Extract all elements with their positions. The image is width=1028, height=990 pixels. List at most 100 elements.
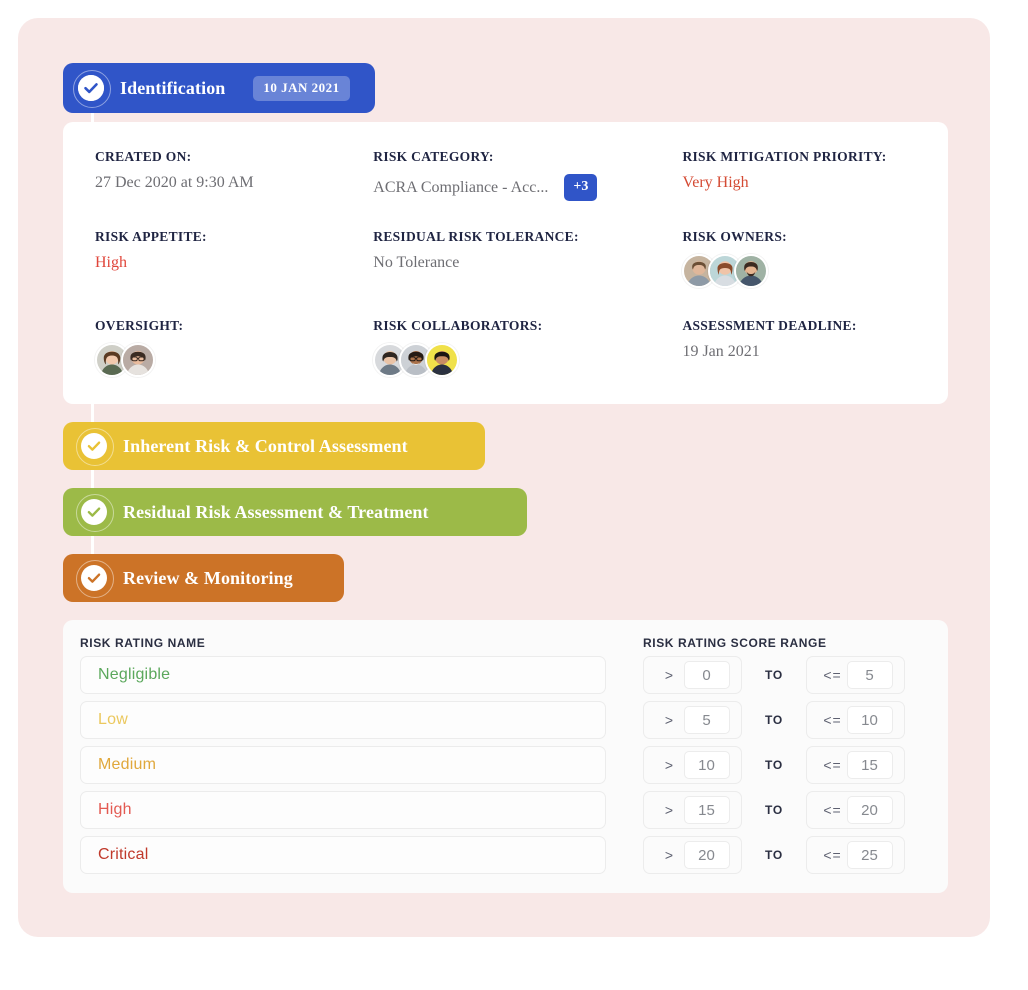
- identification-details-card: CREATED ON: 27 Dec 2020 at 9:30 AM RISK …: [63, 122, 948, 404]
- stage-identification[interactable]: Identification 10 JAN 2021: [63, 63, 375, 113]
- rating-min-input[interactable]: 5: [683, 706, 730, 734]
- risk-category-value-row: ACRA Compliance - Acc... +3: [373, 174, 682, 201]
- risk-category-value: ACRA Compliance - Acc...: [373, 178, 549, 196]
- residual-risk-tolerance-value: No Tolerance: [373, 254, 460, 271]
- rating-max-input[interactable]: 10: [846, 706, 893, 734]
- max-operator-label: <=: [823, 712, 842, 728]
- risk-collaborators-label: RISK COLLABORATORS:: [373, 318, 543, 333]
- rating-name-input[interactable]: Medium: [80, 746, 606, 784]
- range-to-label: TO: [764, 758, 784, 772]
- stage-review-label: Review & Monitoring: [123, 567, 293, 588]
- rating-max-input[interactable]: 5: [846, 661, 893, 689]
- rating-row: Low >5 TO <= 10: [80, 701, 931, 739]
- field-risk-mitigation-priority: RISK MITIGATION PRIORITY: Very High: [682, 149, 924, 201]
- assessment-deadline-value: 19 Jan 2021: [682, 343, 760, 360]
- range-to-label: TO: [764, 803, 784, 817]
- rating-min-input[interactable]: 20: [683, 841, 730, 869]
- rating-row: Critical >20 TO <= 25: [80, 836, 931, 874]
- field-created-on: CREATED ON: 27 Dec 2020 at 9:30 AM: [95, 149, 373, 201]
- stage-inherent-label: Inherent Risk & Control Assessment: [123, 435, 408, 456]
- rating-min-group: >20: [643, 836, 742, 874]
- rating-max-group: <= 10: [806, 701, 905, 739]
- max-operator-label: <=: [823, 757, 842, 773]
- rating-range-group: >20 TO <= 25: [643, 836, 905, 874]
- risk-rating-rows: Negligible >0 TO <= 5 Low >5 TO <= 10 Medium >10 TO <…: [80, 656, 931, 881]
- rating-min-input[interactable]: 15: [683, 796, 730, 824]
- rating-row: Negligible >0 TO <= 5: [80, 656, 931, 694]
- field-risk-category: RISK CATEGORY: ACRA Compliance - Acc... …: [373, 149, 682, 201]
- min-operator-label: >: [664, 847, 675, 863]
- check-circle-icon: [76, 494, 114, 532]
- risk-appetite-value: High: [95, 254, 127, 271]
- field-risk-owners: RISK OWNERS:: [682, 229, 924, 288]
- risk-owners-avatar-group: [682, 254, 924, 288]
- avatar[interactable]: [425, 343, 460, 377]
- stage-inherent-risk-control-assessment[interactable]: Inherent Risk & Control Assessment: [63, 422, 485, 470]
- risk-rating-card: RISK RATING NAME RISK RATING SCORE RANGE…: [63, 620, 948, 893]
- range-to-label: TO: [764, 668, 784, 682]
- created-on-label: CREATED ON:: [95, 149, 192, 164]
- rating-max-input[interactable]: 25: [846, 841, 893, 869]
- min-operator-label: >: [664, 712, 675, 728]
- risk-category-more-badge[interactable]: +3: [564, 174, 598, 201]
- risk-owners-label: RISK OWNERS:: [682, 229, 787, 244]
- field-oversight: OVERSIGHT:: [95, 318, 373, 377]
- rating-row: High >15 TO <= 20: [80, 791, 931, 829]
- rating-min-group: >15: [643, 791, 742, 829]
- risk-category-label: RISK CATEGORY:: [373, 149, 494, 164]
- details-row: RISK APPETITE: High RESIDUAL RISK TOLERA…: [95, 229, 924, 288]
- rating-max-group: <= 25: [806, 836, 905, 874]
- rating-max-group: <= 5: [806, 656, 905, 694]
- max-operator-label: <=: [823, 847, 842, 863]
- avatar[interactable]: [121, 343, 155, 377]
- rating-name-input[interactable]: Negligible: [80, 656, 606, 694]
- risk-rating-score-range-header: RISK RATING SCORE RANGE: [643, 636, 827, 650]
- rating-name-input[interactable]: High: [80, 791, 606, 829]
- rating-max-input[interactable]: 15: [846, 751, 893, 779]
- risk-assessment-page: Identification 10 JAN 2021 CREATED ON: 2…: [0, 0, 1028, 990]
- stage-residual-risk-assessment-treatment[interactable]: Residual Risk Assessment & Treatment: [63, 488, 527, 536]
- min-operator-label: >: [664, 667, 675, 683]
- rating-min-input[interactable]: 10: [683, 751, 730, 779]
- assessment-deadline-label: ASSESSMENT DEADLINE:: [682, 318, 857, 333]
- rating-range-group: >5 TO <= 10: [643, 701, 905, 739]
- rating-min-input[interactable]: 0: [683, 661, 730, 689]
- residual-risk-tolerance-label: RESIDUAL RISK TOLERANCE:: [373, 229, 579, 244]
- min-operator-label: >: [664, 757, 675, 773]
- details-row: CREATED ON: 27 Dec 2020 at 9:30 AM RISK …: [95, 149, 924, 201]
- stage-identification-date-badge: 10 JAN 2021: [253, 75, 350, 101]
- rating-range-group: >10 TO <= 15: [643, 746, 905, 784]
- avatar[interactable]: [734, 254, 769, 288]
- rating-min-group: >10: [643, 746, 742, 784]
- rating-max-input[interactable]: 20: [846, 796, 893, 824]
- risk-mitigation-priority-value: Very High: [682, 174, 749, 191]
- max-operator-label: <=: [823, 802, 842, 818]
- rating-max-group: <= 20: [806, 791, 905, 829]
- stage-review-monitoring[interactable]: Review & Monitoring: [63, 554, 344, 602]
- field-risk-collaborators: RISK COLLABORATORS:: [373, 318, 682, 377]
- min-operator-label: >: [664, 802, 675, 818]
- rating-name-input[interactable]: Critical: [80, 836, 606, 874]
- oversight-avatar-group: [95, 343, 373, 377]
- field-residual-risk-tolerance: RESIDUAL RISK TOLERANCE: No Tolerance: [373, 229, 682, 288]
- rating-min-group: >0: [643, 656, 742, 694]
- risk-rating-name-header: RISK RATING NAME: [80, 636, 206, 650]
- field-risk-appetite: RISK APPETITE: High: [95, 229, 373, 288]
- rating-name-input[interactable]: Low: [80, 701, 606, 739]
- details-grid: CREATED ON: 27 Dec 2020 at 9:30 AM RISK …: [95, 149, 924, 377]
- max-operator-label: <=: [823, 667, 842, 683]
- risk-appetite-label: RISK APPETITE:: [95, 229, 207, 244]
- details-row: OVERSIGHT: RISK COLLABORATORS: ASSESSMEN…: [95, 318, 924, 377]
- range-to-label: TO: [764, 713, 784, 727]
- rating-row: Medium >10 TO <= 15: [80, 746, 931, 784]
- rating-max-group: <= 15: [806, 746, 905, 784]
- created-on-value: 27 Dec 2020 at 9:30 AM: [95, 174, 254, 191]
- stage-residual-label: Residual Risk Assessment & Treatment: [123, 501, 429, 522]
- oversight-label: OVERSIGHT:: [95, 318, 184, 333]
- range-to-label: TO: [764, 848, 784, 862]
- risk-mitigation-priority-label: RISK MITIGATION PRIORITY:: [682, 149, 887, 164]
- field-assessment-deadline: ASSESSMENT DEADLINE: 19 Jan 2021: [682, 318, 924, 377]
- rating-min-group: >5: [643, 701, 742, 739]
- check-circle-icon: [76, 428, 114, 466]
- check-circle-icon: [76, 560, 114, 598]
